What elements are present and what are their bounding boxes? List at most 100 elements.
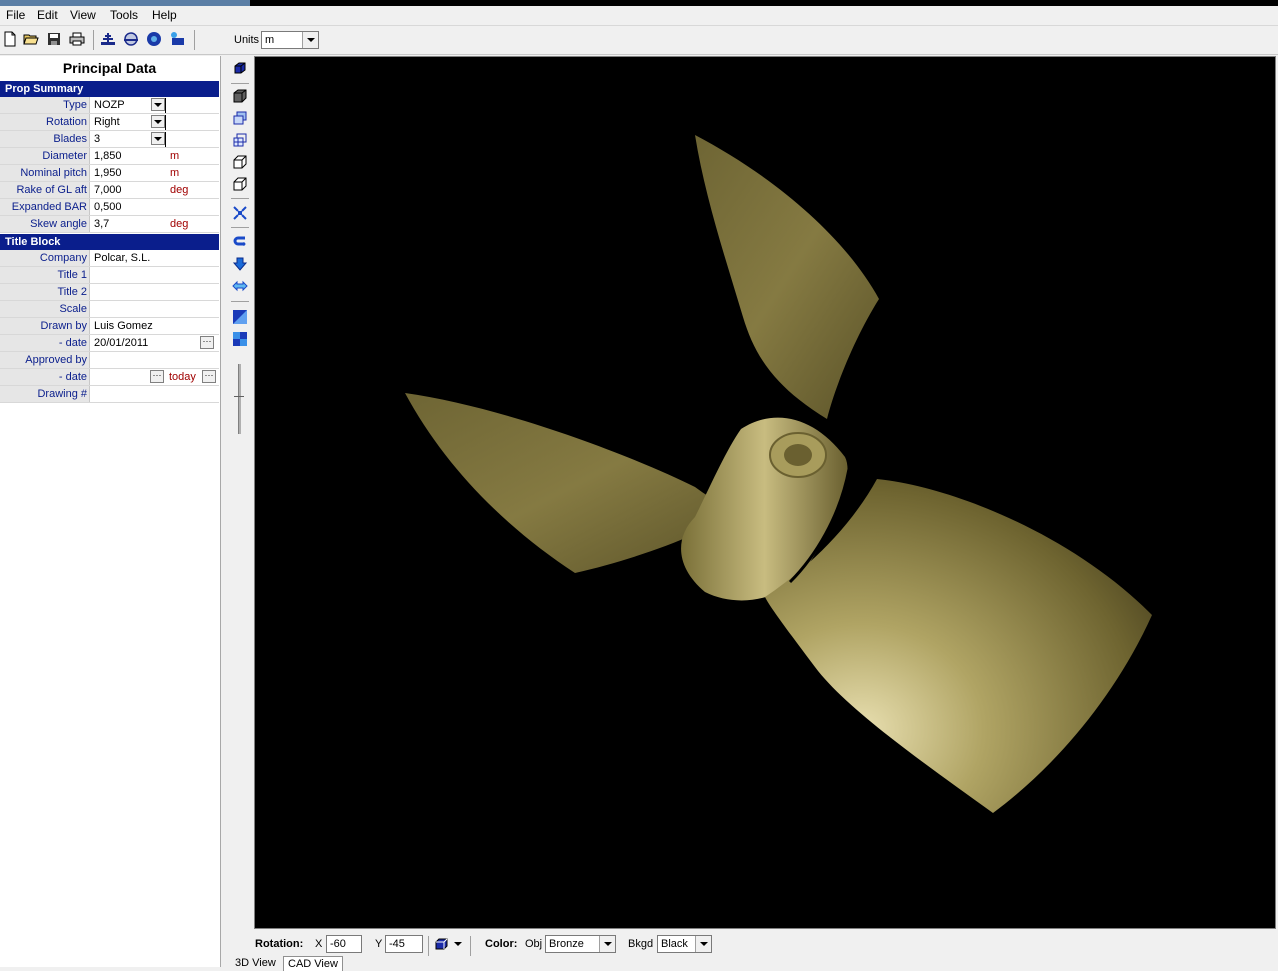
view-toolbar <box>227 56 252 936</box>
prop-dims-icon[interactable] <box>99 30 117 48</box>
upper-blade <box>695 135 879 419</box>
shaded-cube-icon[interactable] <box>230 86 250 106</box>
approved-by-label: Approved by <box>0 352 90 368</box>
row-nominal-pitch[interactable]: Nominal pitch 1,950 m <box>0 165 219 182</box>
company-value[interactable]: Polcar, S.L. <box>94 250 150 266</box>
open-folder-icon[interactable] <box>22 30 40 48</box>
row-blades[interactable]: Blades 3 <box>0 131 219 148</box>
scale-label: Scale <box>0 301 90 317</box>
toolbar-separator <box>93 30 94 50</box>
print-icon[interactable] <box>68 30 86 48</box>
row-diameter[interactable]: Diameter 1,850 m <box>0 148 219 165</box>
section-prop-summary: Prop Summary <box>0 81 219 97</box>
chevron-down-icon[interactable] <box>695 936 711 952</box>
chevron-down-icon[interactable] <box>151 132 165 145</box>
menu-edit[interactable]: Edit <box>34 8 61 22</box>
blade-section-icon[interactable] <box>122 30 140 48</box>
rotation-y-input[interactable]: -45 <box>385 935 423 953</box>
fit-view-icon[interactable] <box>230 203 250 223</box>
gradient-background-icon[interactable] <box>230 307 250 327</box>
rotation-x-input[interactable]: -60 <box>326 935 362 953</box>
chevron-down-icon[interactable] <box>599 936 615 952</box>
row-drawn-by[interactable]: Drawn by Luis Gomez <box>0 318 219 335</box>
row-expanded-bar[interactable]: Expanded BAR 0,500 <box>0 199 219 216</box>
row-approved-date[interactable]: - date ··· today ··· <box>0 369 219 386</box>
obj-label: Obj <box>525 938 543 950</box>
chevron-down-icon[interactable] <box>453 935 463 953</box>
row-title-1[interactable]: Title 1 <box>0 267 219 284</box>
today-link[interactable]: today <box>169 369 196 385</box>
drawn-date-value[interactable]: 20/01/2011 <box>94 335 148 351</box>
export-icon[interactable] <box>168 30 186 48</box>
skew-angle-label: Skew angle <box>0 216 90 232</box>
hidden-line-cube-icon[interactable] <box>230 174 250 194</box>
toolbar-separator <box>231 83 249 84</box>
new-file-icon[interactable] <box>1 30 19 48</box>
row-scale[interactable]: Scale <box>0 301 219 318</box>
rake-value[interactable]: 7,000 <box>94 182 122 198</box>
principal-data-panel: Principal Data Prop Summary Type NOZP Ro… <box>0 56 221 967</box>
chevron-down-icon[interactable] <box>151 98 165 111</box>
hub-bore-inner <box>784 444 812 466</box>
row-company[interactable]: Company Polcar, S.L. <box>0 250 219 267</box>
diameter-value[interactable]: 1,850 <box>94 148 122 164</box>
wireframe-view-icon[interactable] <box>230 130 250 150</box>
type-value[interactable]: NOZP <box>94 97 125 113</box>
row-rake[interactable]: Rake of GL aft 7,000 deg <box>0 182 219 199</box>
date-picker-button[interactable]: ··· <box>150 370 164 383</box>
view-cube-icon[interactable] <box>433 935 451 953</box>
solid-cube-icon[interactable] <box>230 58 250 78</box>
rake-label: Rake of GL aft <box>0 182 90 198</box>
object-color-value: Bronze <box>549 938 584 950</box>
drawn-by-label: Drawn by <box>0 318 90 334</box>
date-picker-button[interactable]: ··· <box>200 336 214 349</box>
rotation-value[interactable]: Right <box>94 114 120 130</box>
tab-cad-view[interactable]: CAD View <box>283 956 343 971</box>
3d-viewport[interactable] <box>254 56 1276 929</box>
tab-3d-view[interactable]: 3D View <box>231 956 280 970</box>
pan-icon[interactable] <box>230 276 250 296</box>
menu-view[interactable]: View <box>67 8 99 22</box>
menu-file[interactable]: File <box>3 8 28 22</box>
expanded-bar-value[interactable]: 0,500 <box>94 199 122 215</box>
propeller-3d-icon[interactable] <box>145 30 163 48</box>
menu-help[interactable]: Help <box>149 8 180 22</box>
blades-label: Blades <box>0 131 90 147</box>
row-drawn-date[interactable]: - date 20/01/2011 ··· <box>0 335 219 352</box>
blades-value[interactable]: 3 <box>94 131 100 147</box>
row-type[interactable]: Type NOZP <box>0 97 219 114</box>
nominal-pitch-value[interactable]: 1,950 <box>94 165 122 181</box>
toolbar-separator <box>428 936 429 956</box>
nominal-pitch-unit: m <box>170 167 180 179</box>
row-drawing-number[interactable]: Drawing # <box>0 386 219 403</box>
skew-angle-value[interactable]: 3,7 <box>94 216 109 232</box>
save-icon[interactable] <box>45 30 63 48</box>
menu-tools[interactable]: Tools <box>107 8 141 22</box>
date-picker-button[interactable]: ··· <box>202 370 216 383</box>
toolbar-separator <box>470 936 471 956</box>
chevron-down-icon[interactable] <box>302 32 318 48</box>
dropdown-edge <box>165 115 166 130</box>
object-color-select[interactable]: Bronze <box>545 935 616 953</box>
row-title-2[interactable]: Title 2 <box>0 284 219 301</box>
row-approved-by[interactable]: Approved by <box>0 352 219 369</box>
toolbar-separator <box>194 30 195 50</box>
chevron-down-icon[interactable] <box>151 115 165 128</box>
approved-date-label: - date <box>0 369 90 385</box>
row-rotation[interactable]: Rotation Right <box>0 114 219 131</box>
background-color-select[interactable]: Black <box>657 935 712 953</box>
outline-cube-icon[interactable] <box>230 152 250 172</box>
zoom-icon[interactable] <box>230 254 250 274</box>
row-skew-angle[interactable]: Skew angle 3,7 deg <box>0 216 219 233</box>
multi-view-icon[interactable] <box>230 108 250 128</box>
menu-bar: File Edit View Tools Help <box>0 6 1278 26</box>
main-toolbar: Units m <box>0 26 1278 55</box>
drawn-by-value[interactable]: Luis Gomez <box>94 318 153 334</box>
propeller-render <box>405 135 1152 813</box>
rotate-icon[interactable] <box>230 232 250 252</box>
units-select[interactable]: m <box>261 31 319 49</box>
split-background-icon[interactable] <box>230 329 250 349</box>
zoom-slider-thumb[interactable] <box>234 396 244 403</box>
toolbar-separator <box>231 227 249 228</box>
color-label: Color: <box>485 938 518 950</box>
